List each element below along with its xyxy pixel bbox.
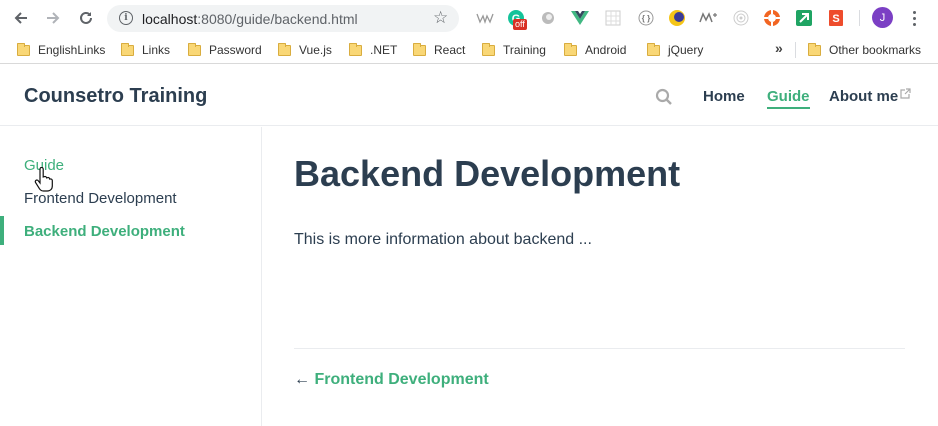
bookmark-folder[interactable]: Training [482, 42, 546, 58]
hand-cursor-icon [34, 167, 53, 192]
prev-page-link[interactable]: ← Frontend Development [294, 371, 489, 389]
extension-green-arrow-icon[interactable] [794, 8, 814, 28]
extension-vue-icon[interactable] [570, 8, 590, 28]
nav-guide[interactable]: Guide [767, 88, 810, 109]
toolbar-divider [859, 10, 860, 26]
external-link-icon [900, 88, 911, 99]
folder-icon [121, 42, 134, 56]
svg-text:S: S [832, 13, 839, 25]
site-title[interactable]: Counsetro Training [24, 85, 207, 108]
folder-icon [188, 42, 201, 56]
folder-icon [808, 42, 821, 56]
other-bookmarks-folder[interactable]: Other bookmarks [808, 42, 921, 58]
folder-icon [349, 42, 362, 56]
extension-lifebuoy-icon[interactable] [762, 8, 782, 28]
reload-icon [80, 11, 92, 24]
site-navbar: Counsetro Training Home Guide About me [0, 68, 938, 126]
extension-brackets-icon[interactable]: { } [636, 8, 656, 28]
page-content: Backend Development This is more informa… [263, 127, 938, 426]
browser-toolbar: i localhost:8080/guide/backend.html ☆ G … [0, 0, 938, 36]
folder-icon [564, 42, 577, 56]
folder-icon [647, 42, 660, 56]
extension-target-icon[interactable] [731, 8, 751, 28]
sidebar-active-indicator [0, 216, 4, 245]
prev-page-label[interactable]: Frontend Development [314, 371, 488, 388]
folder-icon [482, 42, 495, 56]
reload-button[interactable] [75, 7, 97, 29]
bookmark-folder[interactable]: Android [564, 42, 626, 58]
prev-arrow-icon: ← [294, 371, 310, 388]
nav-about-me[interactable]: About me [829, 88, 898, 105]
bookmark-folder[interactable]: jQuery [647, 42, 703, 58]
extension-circle-icon[interactable] [538, 8, 558, 28]
extension-moon-icon[interactable] [667, 8, 687, 28]
content-divider [294, 348, 905, 349]
forward-button[interactable] [42, 7, 64, 29]
page-paragraph: This is more information about backend .… [294, 231, 592, 248]
bookmark-folder[interactable]: EnglishLinks [17, 42, 105, 58]
nav-home[interactable]: Home [703, 88, 745, 105]
extension-wifi-icon[interactable] [475, 8, 495, 28]
bookmark-folder[interactable]: Vue.js [278, 42, 332, 58]
folder-icon [278, 42, 291, 56]
extension-grid-icon[interactable] [603, 8, 623, 28]
bookmark-folder[interactable]: .NET [349, 42, 397, 58]
sidebar-item-backend[interactable]: Backend Development [24, 223, 185, 240]
bookmarks-overflow-icon[interactable]: » [775, 40, 783, 56]
bookmark-folder[interactable]: React [413, 42, 465, 58]
svg-text:{ }: { } [642, 14, 650, 23]
browser-menu-icon[interactable] [908, 7, 920, 29]
url-text: localhost:8080/guide/backend.html [142, 11, 358, 27]
folder-icon [17, 42, 30, 56]
site-info-icon[interactable]: i [119, 11, 133, 25]
bookmarks-divider [795, 42, 796, 58]
back-button[interactable] [10, 7, 32, 29]
forward-arrow-icon [47, 12, 60, 24]
extension-badge: off [513, 19, 527, 30]
search-icon[interactable] [655, 88, 673, 106]
bookmark-folder[interactable]: Password [188, 42, 262, 58]
page-title: Backend Development [294, 153, 681, 194]
bookmarks-bar: EnglishLinks Links Password Vue.js .NET … [0, 36, 938, 64]
profile-avatar[interactable]: J [872, 7, 893, 28]
bookmark-folder[interactable]: Links [121, 42, 170, 58]
folder-icon [413, 42, 426, 56]
extension-mplus-icon[interactable] [698, 8, 718, 28]
back-arrow-icon [14, 12, 27, 24]
extension-s-icon[interactable]: S [826, 8, 846, 28]
bookmark-star-icon[interactable]: ☆ [433, 8, 448, 28]
address-bar[interactable]: i localhost:8080/guide/backend.html ☆ [107, 5, 459, 32]
